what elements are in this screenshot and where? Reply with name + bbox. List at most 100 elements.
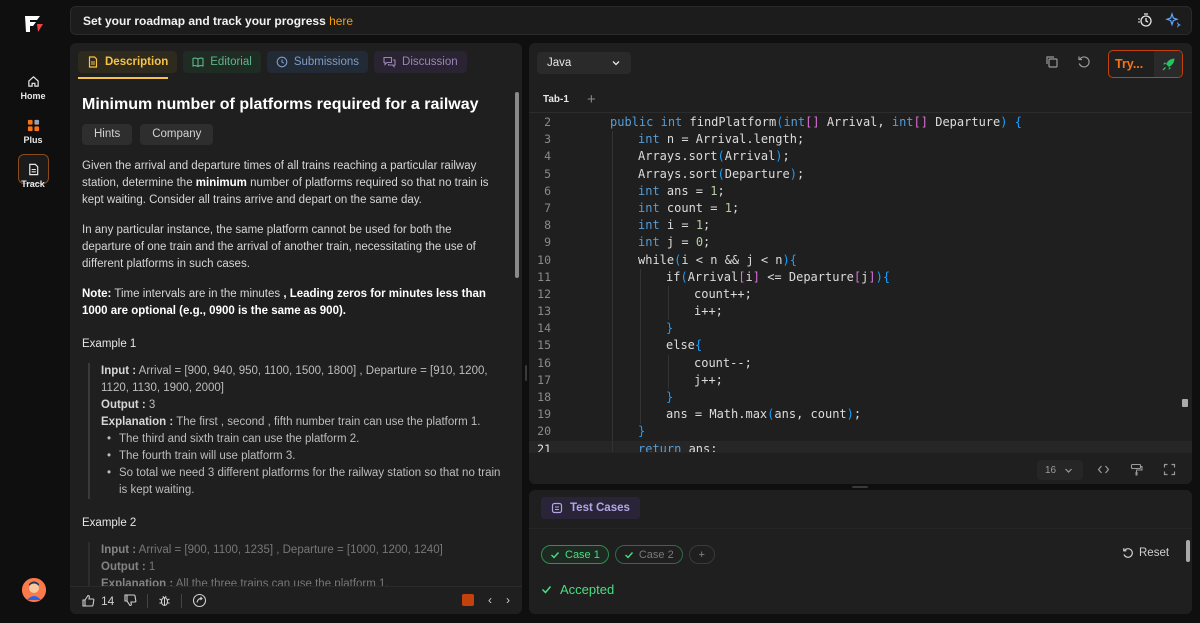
sidebar-item-label: Home [20, 91, 46, 101]
tab-editorial[interactable]: Editorial [183, 51, 261, 73]
app-root: Home Plus Track Set your roadmap and tra… [0, 0, 1200, 623]
code-line[interactable]: 20} [529, 423, 1192, 440]
sparkle-icon[interactable] [1165, 12, 1181, 28]
tab-submissions[interactable]: Submissions [266, 51, 369, 73]
code-text: int count = 1; [638, 200, 740, 215]
code-text: j++; [694, 372, 723, 387]
code-text: Arrays.sort(Departure); [638, 166, 805, 181]
timer-icon[interactable] [1137, 12, 1153, 28]
horizontal-splitter[interactable] [852, 486, 868, 488]
code-text: while(i < n && j < n){ [638, 252, 797, 267]
company-chip[interactable]: Company [140, 124, 214, 145]
code-line[interactable]: 9 int j = 0; [529, 234, 1192, 251]
code-line[interactable]: 16 count--; [529, 355, 1192, 372]
rocket-icon [1162, 58, 1175, 70]
reset-button[interactable]: Reset [1122, 547, 1169, 559]
sidebar-item-label: Track [21, 179, 45, 189]
sidebar-item-plus[interactable]: Plus [0, 110, 66, 154]
reset-code-icon[interactable] [1077, 55, 1091, 69]
list-item: So total we need 3 different platforms f… [101, 465, 502, 499]
test-cases-panel: Test Cases Case 1 Case 2 + Reset Accepte… [529, 490, 1192, 614]
book-icon [192, 57, 204, 68]
line-number: 15 [537, 338, 551, 353]
check-icon [541, 586, 552, 594]
code-format-icon[interactable] [1097, 463, 1110, 476]
code-line[interactable]: 18} [529, 389, 1192, 406]
thumbs-up-icon[interactable] [82, 594, 95, 607]
share-icon[interactable] [192, 593, 207, 608]
test-icon [551, 502, 563, 514]
line-number: 8 [544, 218, 551, 233]
problem-constraint: In any particular instance, the same pla… [82, 224, 476, 270]
code-line[interactable]: 13 i++; [529, 303, 1192, 320]
test-cases-scrollbar[interactable] [1186, 540, 1190, 562]
chat-icon [383, 56, 396, 68]
plus-icon: + [698, 548, 705, 561]
line-number: 4 [544, 149, 551, 164]
code-text: return ans; [638, 441, 718, 452]
case-1-button[interactable]: Case 1 [541, 545, 609, 564]
code-line[interactable]: 5 Arrays.sort(Departure); [529, 166, 1192, 183]
file-tabs: Tab-1 + [529, 87, 1192, 113]
copy-icon[interactable] [1045, 55, 1059, 69]
code-line[interactable]: 14} [529, 320, 1192, 337]
problem-note: Note: Time intervals are in the minutes … [82, 288, 486, 317]
tab-description[interactable]: Description [78, 51, 178, 73]
problem-description: Minimum number of platforms required for… [82, 93, 502, 587]
code-text: public int findPlatform(int[] Arrival, i… [610, 115, 1022, 129]
tab-discussion[interactable]: Discussion [374, 51, 467, 73]
fullscreen-icon[interactable] [1163, 463, 1176, 476]
example-2: Input : Arrival = [900, 1100, 1235] , De… [88, 542, 502, 587]
code-line[interactable]: 7 int count = 1; [529, 200, 1192, 217]
editor-scrollbar[interactable] [1182, 399, 1188, 407]
code-line[interactable]: 12 count++; [529, 286, 1192, 303]
thumbs-down-icon[interactable] [124, 594, 137, 607]
code-line[interactable]: 4 Arrays.sort(Arrival); [529, 148, 1192, 165]
case-2-button[interactable]: Case 2 [614, 545, 683, 564]
code-line[interactable]: 10 while(i < n && j < n){ [529, 252, 1192, 269]
add-tab-icon[interactable]: + [587, 91, 596, 108]
code-line[interactable]: 3 int n = Arrival.length; [529, 131, 1192, 148]
check-icon [551, 551, 560, 559]
announcement-text: Set your roadmap and track your progress… [83, 13, 354, 28]
problem-tabs: Description Editorial Submissions Discus… [78, 51, 467, 73]
problem-title: Minimum number of platforms required for… [82, 96, 479, 113]
avatar[interactable] [22, 578, 46, 602]
code-line[interactable]: 17 j++; [529, 372, 1192, 389]
try-button[interactable]: Try... [1108, 50, 1183, 78]
indent-guide [612, 131, 613, 452]
description-scrollbar[interactable] [515, 92, 519, 278]
add-case-button[interactable]: + [688, 545, 715, 564]
code-line[interactable]: 11 if(Arrival[i] <= Departure[j]){ [529, 269, 1192, 286]
code-area[interactable]: 2 public int findPlatform(int[] Arrival, … [529, 114, 1192, 452]
line-number: 21 [537, 441, 551, 452]
editor-footer: 16 [529, 452, 1192, 484]
code-text: count++; [694, 286, 752, 301]
code-line[interactable]: 2 public int findPlatform(int[] Arrival, … [529, 114, 1192, 131]
line-number: 14 [537, 321, 551, 336]
paint-roller-icon[interactable] [1130, 463, 1143, 476]
tab-file-1[interactable]: Tab-1 [543, 94, 569, 105]
line-number: 16 [537, 355, 551, 370]
logo-icon[interactable] [22, 12, 46, 36]
roadmap-link[interactable]: here [329, 14, 353, 28]
code-line[interactable]: 6 int ans = 1; [529, 183, 1192, 200]
language-select[interactable]: Java [537, 52, 631, 74]
next-problem-icon[interactable]: › [506, 593, 510, 607]
check-icon [624, 551, 633, 559]
code-line[interactable]: 8 int i = 1; [529, 217, 1192, 234]
hints-chip[interactable]: Hints [82, 124, 133, 145]
code-line[interactable]: 19 ans = Math.max(ans, count); [529, 406, 1192, 423]
code-line[interactable]: 15 else{ [529, 337, 1192, 354]
tab-test-cases[interactable]: Test Cases [541, 497, 640, 519]
code-text: } [638, 424, 646, 439]
bookmark-icon[interactable] [462, 594, 474, 606]
code-line[interactable]: 21 return ans; [529, 440, 1192, 452]
prev-problem-icon[interactable]: ‹ [488, 593, 492, 607]
sidebar-item-home[interactable]: Home [0, 66, 66, 110]
font-size-select[interactable]: 16 [1037, 460, 1083, 480]
line-number: 17 [537, 372, 551, 387]
sidebar-item-label: Plus [23, 135, 43, 145]
sidebar-item-track[interactable]: Track [0, 154, 66, 198]
bug-icon[interactable] [158, 594, 171, 607]
